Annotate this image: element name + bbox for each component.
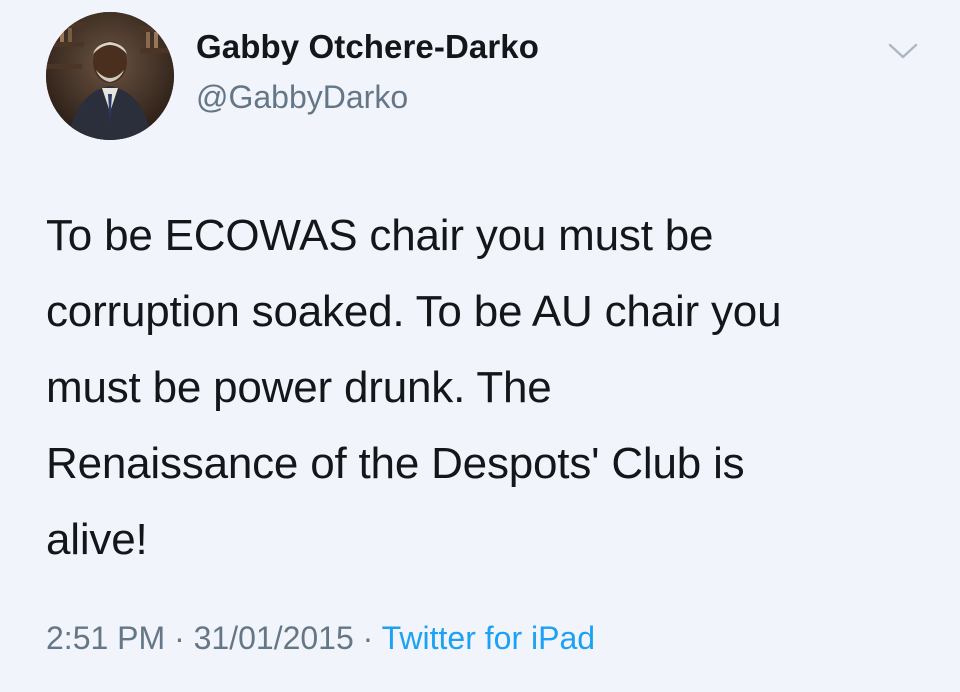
tweet-date[interactable]: 31/01/2015 xyxy=(194,620,354,656)
tweet-card: Gabby Otchere-Darko @GabbyDarko To be EC… xyxy=(0,0,960,692)
tweet-metadata: 2:51 PM · 31/01/2015 · Twitter for iPad xyxy=(46,620,595,657)
chevron-down-icon[interactable] xyxy=(886,40,920,62)
avatar[interactable] xyxy=(46,12,174,140)
tweet-text-line: must be power drunk. The xyxy=(46,363,552,412)
meta-separator: · xyxy=(165,620,194,656)
meta-separator: · xyxy=(353,620,382,656)
tweet-text-line: Renaissance of the Despots' Club is xyxy=(46,439,745,488)
tweet-text: To be ECOWAS chair you must be corruptio… xyxy=(46,198,926,578)
tweet-text-line: alive! xyxy=(46,515,148,564)
author-name[interactable]: Gabby Otchere-Darko xyxy=(196,28,539,66)
tweet-time[interactable]: 2:51 PM xyxy=(46,620,165,656)
author-handle[interactable]: @GabbyDarko xyxy=(196,79,408,116)
tweet-text-line: corruption soaked. To be AU chair you xyxy=(46,287,782,336)
profile-photo-icon xyxy=(46,12,174,140)
tweet-text-line: To be ECOWAS chair you must be xyxy=(46,211,714,260)
tweet-source-link[interactable]: Twitter for iPad xyxy=(382,620,595,656)
